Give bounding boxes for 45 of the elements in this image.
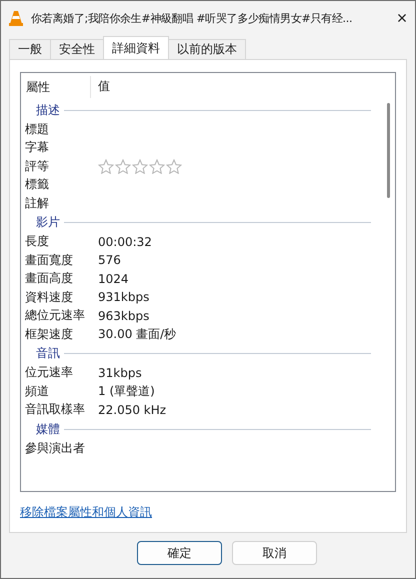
tab[interactable]: 一般 <box>9 39 51 59</box>
star-icon <box>166 158 182 174</box>
property-name: 參與演出者 <box>25 440 86 457</box>
property-name: 長度 <box>25 233 50 250</box>
tab[interactable]: 以前的版本 <box>168 39 246 59</box>
property-name: 畫面高度 <box>25 270 74 288</box>
property-value: 931kbps <box>98 290 150 304</box>
column-header[interactable]: 值 <box>91 78 110 95</box>
window-title: 你若离婚了;我陪你余生#神級翻唱 #听哭了多少痴情男女#只有经... <box>31 10 354 26</box>
property-value: 1 (單聲道) <box>98 382 155 400</box>
property-name: 頻道 <box>25 382 50 400</box>
group-heading: 影片 <box>36 214 60 231</box>
property-name: 畫面寬度 <box>25 252 74 269</box>
tab[interactable]: 詳細資料 <box>103 36 169 59</box>
star-icon <box>149 158 165 174</box>
property-value: 963kbps <box>98 308 150 323</box>
star-icon <box>98 158 114 174</box>
property-name: 字幕 <box>25 139 50 156</box>
dialog-button[interactable]: 確定 <box>137 541 222 565</box>
property-value: 30.00 畫面/秒 <box>98 326 176 343</box>
property-name: 音訊取樣率 <box>25 401 86 418</box>
property-name: 註解 <box>25 194 50 212</box>
property-value: 22.050 kHz <box>98 402 166 417</box>
dialog-button[interactable]: 取消 <box>232 541 317 565</box>
group-heading: 描述 <box>36 102 60 118</box>
star-icon <box>132 158 148 174</box>
property-name: 標題 <box>25 120 50 138</box>
remove-properties-link[interactable]: 移除檔案屬性和個人資訊 <box>20 504 152 521</box>
property-name: 總位元速率 <box>25 307 86 324</box>
property-value: 576 <box>98 253 121 268</box>
property-name: 評等 <box>25 158 50 175</box>
property-name: 標籤 <box>25 176 50 194</box>
group-heading: 媒體 <box>36 420 60 438</box>
column-header[interactable]: 屬性 <box>21 76 91 98</box>
star-icon <box>115 158 131 174</box>
property-value: 00:00:32 <box>98 234 152 249</box>
group-heading: 音訊 <box>36 345 60 362</box>
close-button[interactable]: × <box>389 8 415 28</box>
property-value: 1024 <box>98 272 129 286</box>
property-value: 31kbps <box>98 366 142 380</box>
property-name: 位元速率 <box>25 364 74 382</box>
property-name: 資料速度 <box>25 288 74 306</box>
property-name: 框架速度 <box>25 326 74 343</box>
traffic-cone-icon <box>9 10 23 26</box>
star-rating[interactable] <box>98 158 182 174</box>
